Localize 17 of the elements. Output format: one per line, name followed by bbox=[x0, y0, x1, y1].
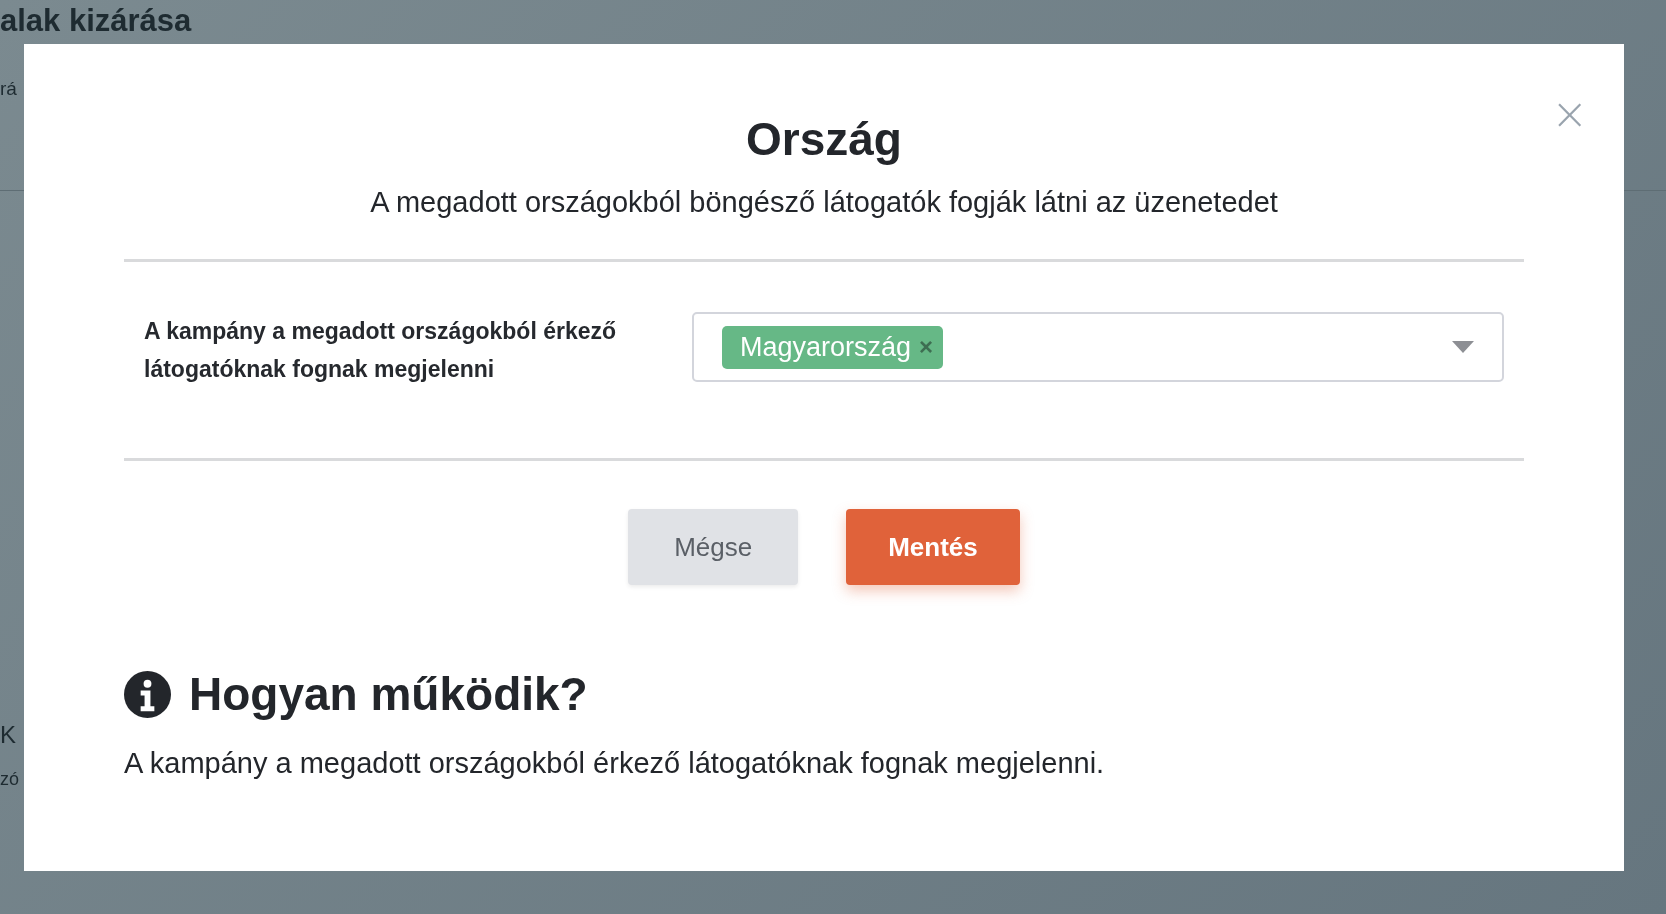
cancel-button[interactable]: Mégse bbox=[628, 509, 799, 585]
section-text: zó bbox=[0, 769, 19, 790]
modal-title: Ország bbox=[745, 112, 903, 166]
page-heading: alak kizárása bbox=[0, 2, 192, 38]
info-icon bbox=[124, 670, 171, 718]
modal-subtitle: A megadott országokból böngésző látogatók fogják látni az üzenetedet bbox=[369, 186, 1279, 219]
field-label: A kampány a megadott országokból érkező látogatóknak fognak megjelenni bbox=[144, 317, 618, 384]
tag-label: Magyarország bbox=[740, 331, 912, 363]
caret-icon[interactable] bbox=[1452, 341, 1474, 353]
tag-remove-button[interactable]: × bbox=[919, 333, 934, 361]
info-heading: Hogyan működik? bbox=[189, 667, 588, 721]
save-button[interactable]: Mentés bbox=[846, 509, 1020, 585]
close-button[interactable]: × bbox=[1551, 92, 1588, 136]
info-text: A kampány a megadott országokból érkező látogatóknak fognak megjelenni. bbox=[124, 747, 1106, 780]
page-subtitle: rá bbox=[0, 78, 17, 100]
section-heading: K bbox=[0, 721, 16, 749]
country-select[interactable]: Magyarország × bbox=[692, 312, 1504, 382]
